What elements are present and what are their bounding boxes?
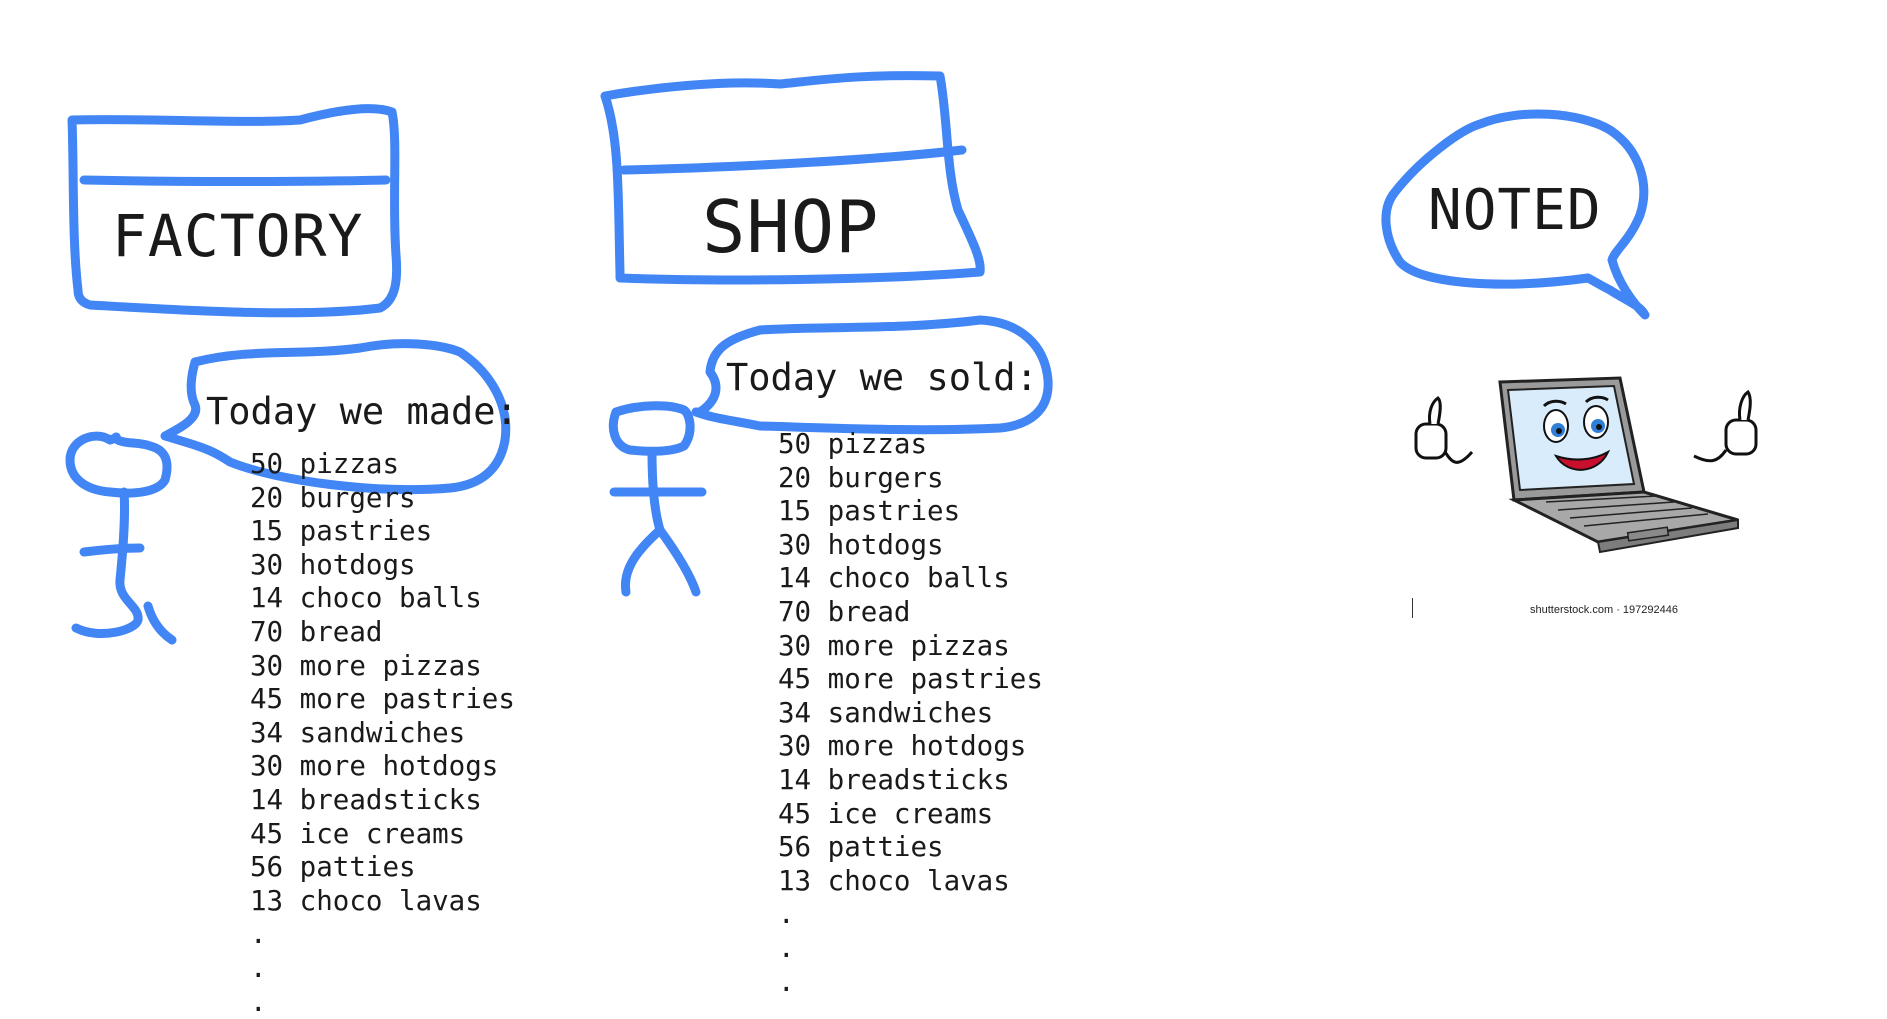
- list-item: 14 breadsticks: [250, 784, 515, 818]
- list-item: .: [778, 898, 1043, 932]
- list-item: 56 patties: [250, 851, 515, 885]
- list-item: 14 choco balls: [778, 562, 1043, 596]
- laptop-mascot-icon: [1408, 372, 1768, 568]
- list-item: 70 bread: [250, 616, 515, 650]
- list-item: 14 breadsticks: [778, 764, 1043, 798]
- list-item: 20 burgers: [778, 462, 1043, 496]
- shop-bubble-text: Today we sold:: [726, 356, 1038, 399]
- text-cursor: [1412, 598, 1413, 618]
- noted-bubble-text: NOTED: [1428, 178, 1602, 243]
- list-item: .: [250, 986, 515, 1019]
- list-item: .: [250, 952, 515, 986]
- list-item: 20 burgers: [250, 482, 515, 516]
- list-item: 30 more hotdogs: [250, 750, 515, 784]
- list-item: 14 choco balls: [250, 582, 515, 616]
- list-item: 15 pastries: [250, 515, 515, 549]
- list-item: 15 pastries: [778, 495, 1043, 529]
- list-item: 50 pizzas: [778, 428, 1043, 462]
- list-item: 30 hotdogs: [250, 549, 515, 583]
- list-item: .: [778, 932, 1043, 966]
- factory-bubble-text: Today we made:: [206, 390, 518, 433]
- list-item: 30 more pizzas: [250, 650, 515, 684]
- list-item: 34 sandwiches: [778, 697, 1043, 731]
- list-item: .: [250, 918, 515, 952]
- factory-title: FACTORY: [112, 202, 363, 270]
- list-item: 70 bread: [778, 596, 1043, 630]
- list-item: 30 hotdogs: [778, 529, 1043, 563]
- shop-sales-list: 50 pizzas20 burgers15 pastries30 hotdogs…: [778, 428, 1043, 999]
- list-item: 45 more pastries: [250, 683, 515, 717]
- list-item: .: [778, 966, 1043, 1000]
- list-item: 56 patties: [778, 831, 1043, 865]
- shop-stick-figure: [613, 406, 702, 592]
- list-item: 50 pizzas: [250, 448, 515, 482]
- factory-production-list: 50 pizzas20 burgers15 pastries30 hotdogs…: [250, 448, 515, 1019]
- factory-stick-figure: [70, 436, 172, 640]
- list-item: 45 ice creams: [778, 798, 1043, 832]
- image-credit-caption: shutterstock.com · 197292446: [1530, 604, 1678, 616]
- list-item: 34 sandwiches: [250, 717, 515, 751]
- list-item: 45 ice creams: [250, 818, 515, 852]
- list-item: 13 choco lavas: [778, 865, 1043, 899]
- list-item: 30 more pizzas: [778, 630, 1043, 664]
- list-item: 45 more pastries: [778, 663, 1043, 697]
- shop-title: SHOP: [702, 185, 879, 269]
- list-item: 30 more hotdogs: [778, 730, 1043, 764]
- list-item: 13 choco lavas: [250, 885, 515, 919]
